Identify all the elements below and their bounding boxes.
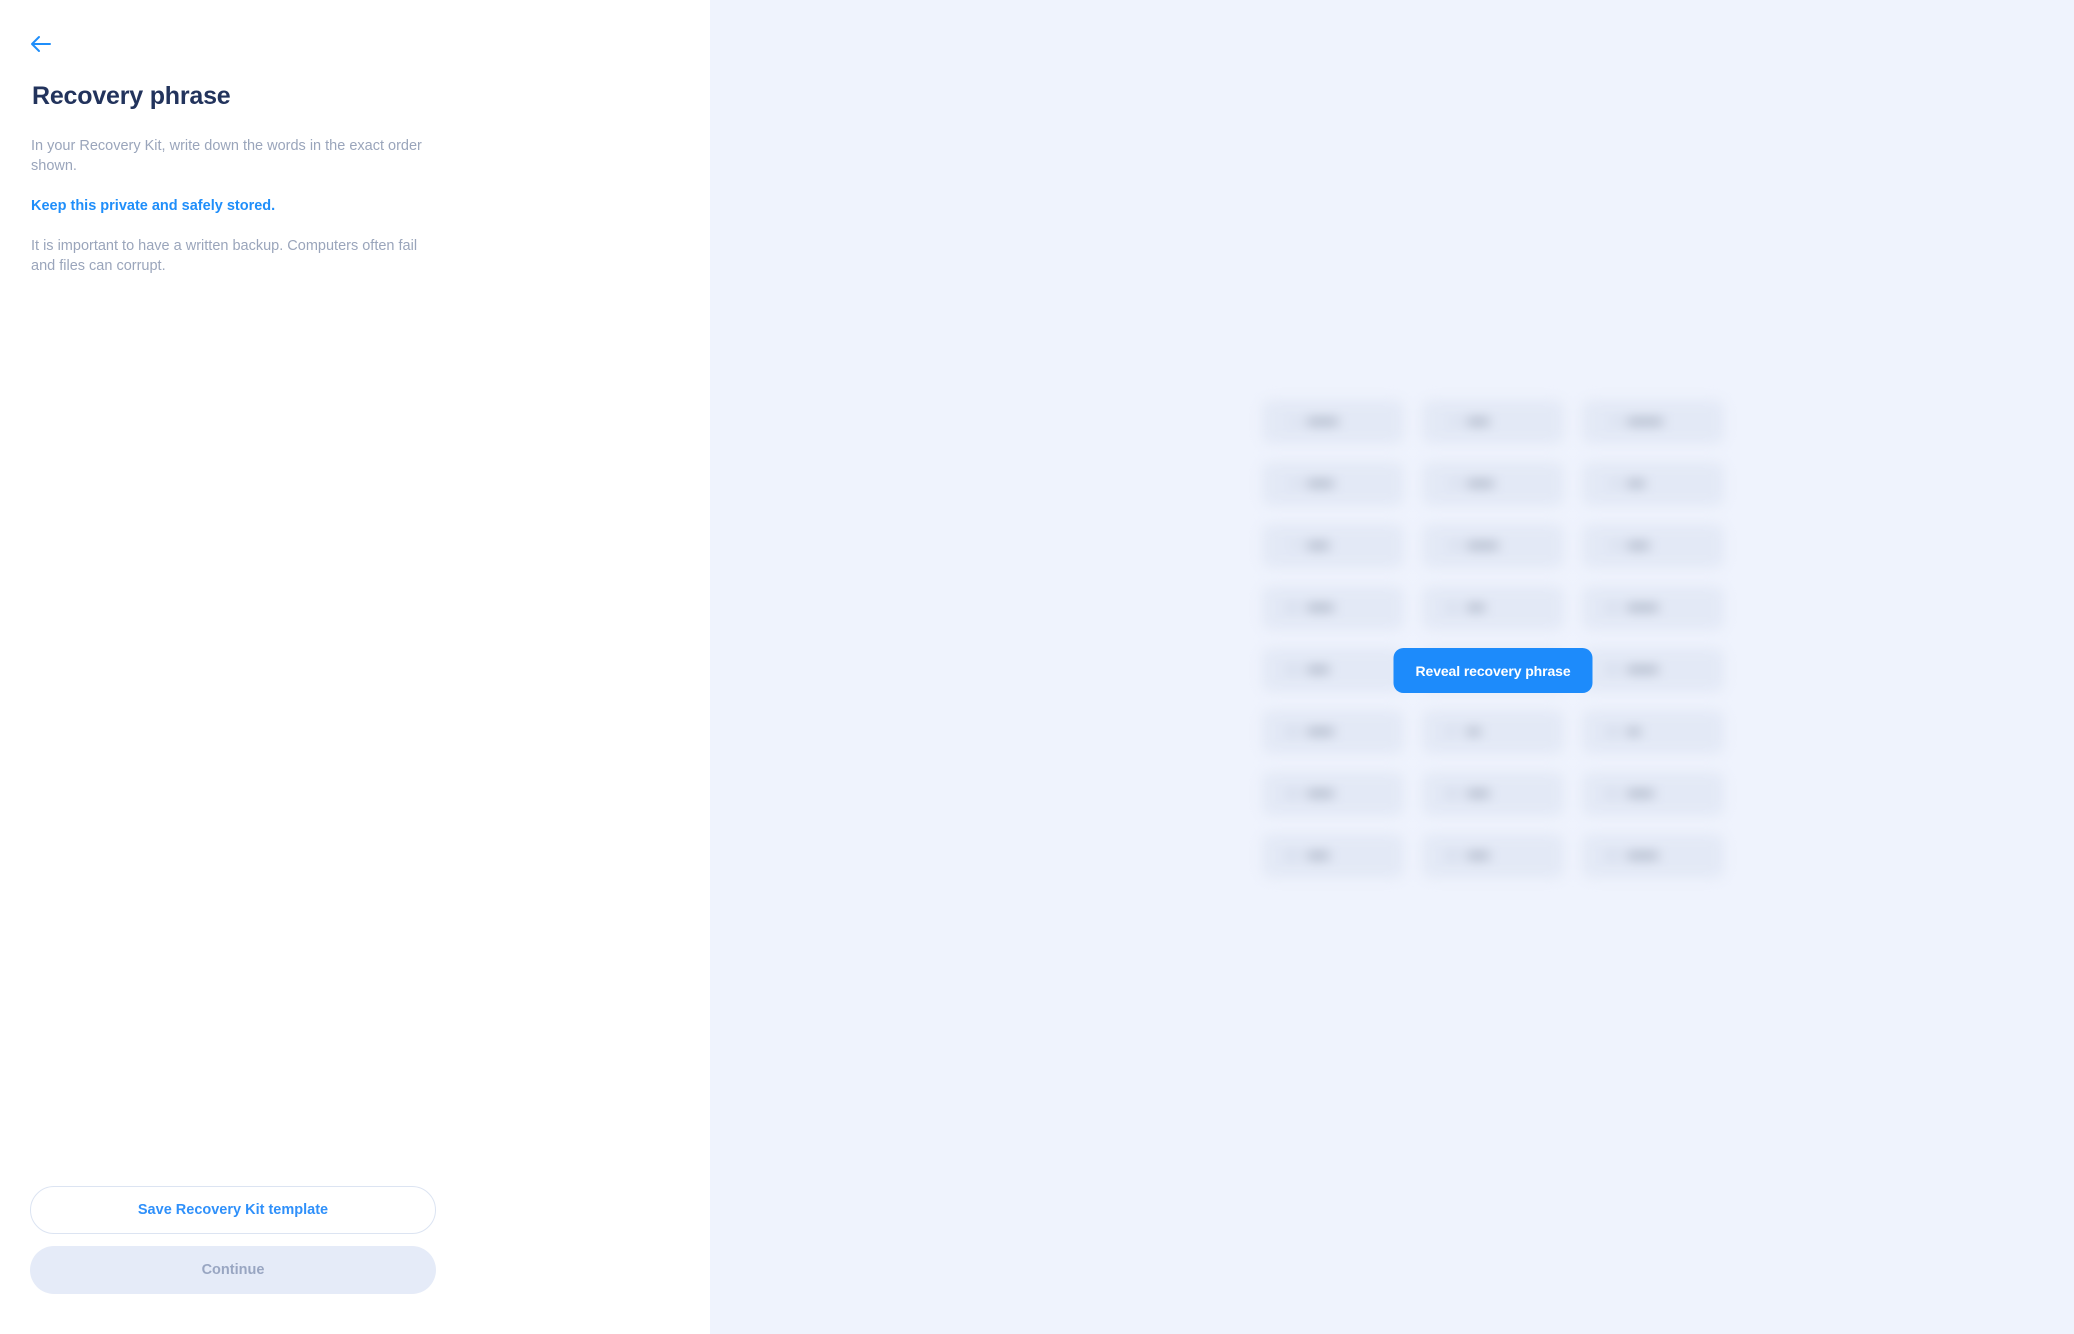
recovery-phrase-grid: 1 ••••••• 2 ••••• 3 •••••••• 4 •••••• 5 •••••• 6 ••… [1262, 400, 1724, 890]
word-text: •••• [1467, 601, 1485, 615]
word-index: 5 [1451, 478, 1458, 490]
word-index: 12 [1605, 602, 1618, 614]
word-text: ••••••• [1307, 415, 1339, 429]
word-chip: 6 •••• [1582, 462, 1724, 506]
word-chip: 16 •••••• [1262, 710, 1404, 754]
word-chip: 4 •••••• [1262, 462, 1404, 506]
word-index: 21 [1605, 788, 1618, 800]
word-index: 13 [1285, 664, 1298, 676]
word-text: •••••• [1307, 601, 1334, 615]
recovery-phrase-screen: Recovery phrase In your Recovery Kit, wr… [0, 0, 2074, 1334]
word-chip: 1 ••••••• [1262, 400, 1404, 444]
word-index: 10 [1285, 602, 1298, 614]
word-chip: 11 •••• [1422, 586, 1564, 630]
word-index: 19 [1285, 788, 1298, 800]
word-chip: 21 •••••• [1582, 772, 1724, 816]
word-index: 15 [1605, 664, 1618, 676]
word-text: •••••• [1307, 787, 1334, 801]
word-index: 17 [1445, 726, 1458, 738]
copy-paragraph-warning: Keep this private and safely stored. [31, 198, 276, 214]
word-text: •••••• [1627, 787, 1654, 801]
arrow-left-icon [30, 35, 52, 53]
word-chip: 17 ••• [1422, 710, 1564, 754]
word-index: 24 [1605, 850, 1618, 862]
word-index: 3 [1611, 416, 1618, 428]
reveal-recovery-phrase-button[interactable]: Reveal recovery phrase [1393, 648, 1593, 693]
word-index: 18 [1605, 726, 1618, 738]
word-chip: 20 ••••• [1422, 772, 1564, 816]
continue-button[interactable]: Continue [30, 1246, 436, 1294]
right-panel: 1 ••••••• 2 ••••• 3 •••••••• 4 •••••• 5 •••••• 6 ••… [710, 0, 2074, 1334]
recovery-phrase-stage: 1 ••••••• 2 ••••• 3 •••••••• 4 •••••• 5 •••••• 6 ••… [1262, 400, 1724, 890]
word-text: ••• [1467, 725, 1481, 739]
word-index: 9 [1611, 540, 1618, 552]
word-text: ••••••• [1627, 663, 1659, 677]
word-index: 23 [1445, 850, 1458, 862]
save-recovery-kit-template-button[interactable]: Save Recovery Kit template [30, 1186, 436, 1234]
left-panel: Recovery phrase In your Recovery Kit, wr… [0, 0, 710, 1334]
word-index: 16 [1285, 726, 1298, 738]
word-text: ••••••• [1627, 849, 1659, 863]
word-chip: 2 ••••• [1422, 400, 1564, 444]
left-panel-actions: Save Recovery Kit template Continue [30, 1186, 436, 1294]
word-index: 11 [1446, 602, 1458, 614]
word-text: ••••••• [1627, 601, 1659, 615]
word-chip: 18 ••• [1582, 710, 1724, 754]
word-text: •••••••• [1627, 415, 1663, 429]
word-text: •••••• [1307, 477, 1334, 491]
back-button[interactable] [22, 24, 68, 64]
word-text: ••• [1627, 725, 1641, 739]
word-index: 20 [1445, 788, 1458, 800]
word-chip: 22 ••••• [1262, 834, 1404, 878]
word-text: ••••• [1307, 663, 1330, 677]
word-text: •••• [1627, 477, 1645, 491]
word-text: ••••• [1467, 787, 1490, 801]
word-chip: 24 ••••••• [1582, 834, 1724, 878]
word-text: ••••• [1307, 539, 1330, 553]
word-chip: 19 •••••• [1262, 772, 1404, 816]
word-index: 6 [1611, 478, 1618, 490]
word-text: ••••• [1307, 849, 1330, 863]
page-title: Recovery phrase [32, 82, 231, 110]
word-text: •••••• [1307, 725, 1334, 739]
word-index: 22 [1285, 850, 1298, 862]
word-chip: 13 ••••• [1262, 648, 1404, 692]
word-text: ••••• [1467, 849, 1490, 863]
word-chip: 23 ••••• [1422, 834, 1564, 878]
word-text: ••••• [1627, 539, 1650, 553]
word-chip: 7 ••••• [1262, 524, 1404, 568]
word-index: 4 [1291, 478, 1298, 490]
word-text: ••••••• [1467, 539, 1499, 553]
word-chip: 12 ••••••• [1582, 586, 1724, 630]
word-chip: 15 ••••••• [1582, 648, 1724, 692]
copy-paragraph-backup-note: It is important to have a written backup… [31, 238, 418, 274]
word-index: 7 [1291, 540, 1298, 552]
word-chip: 5 •••••• [1422, 462, 1564, 506]
intro-copy: In your Recovery Kit, write down the wor… [31, 136, 441, 276]
word-index: 2 [1451, 416, 1458, 428]
word-index: 8 [1451, 540, 1458, 552]
word-chip: 10 •••••• [1262, 586, 1404, 630]
word-chip: 3 •••••••• [1582, 400, 1724, 444]
word-index: 1 [1291, 416, 1298, 428]
word-text: •••••• [1467, 477, 1494, 491]
word-chip: 8 ••••••• [1422, 524, 1564, 568]
word-text: ••••• [1467, 415, 1490, 429]
word-chip: 9 ••••• [1582, 524, 1724, 568]
copy-paragraph-instructions: In your Recovery Kit, write down the wor… [31, 138, 422, 174]
